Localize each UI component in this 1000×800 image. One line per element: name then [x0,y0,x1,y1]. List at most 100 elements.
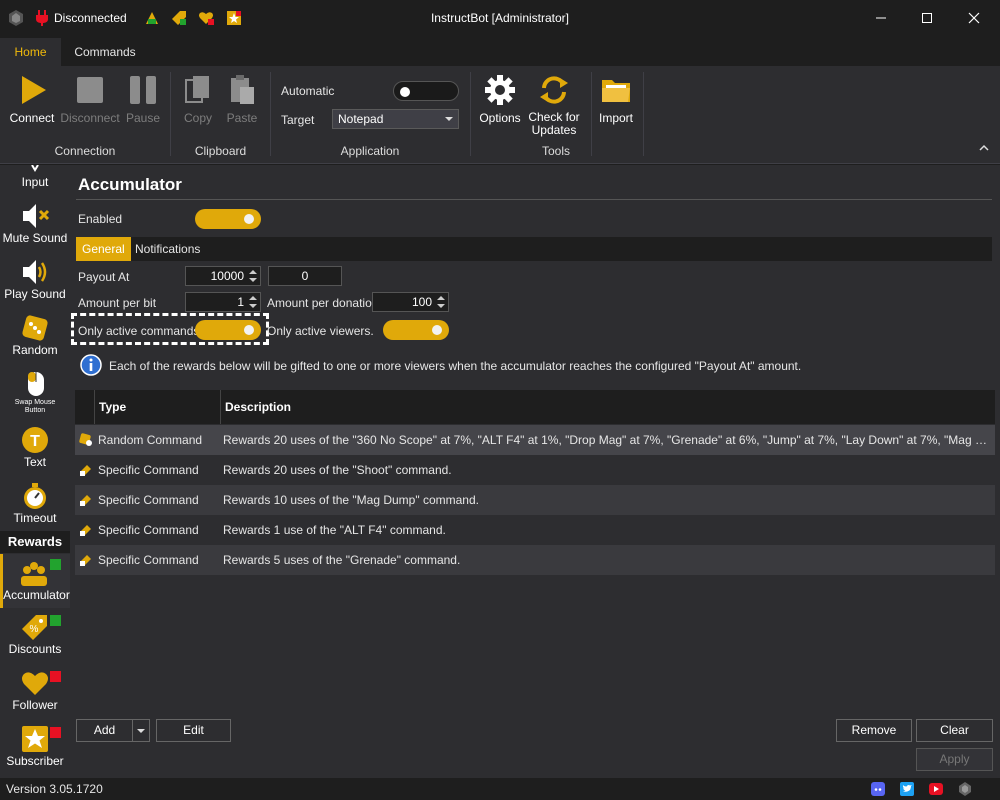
row-type: Specific Command [98,493,199,507]
row-description: Rewards 1 use of the "ALT F4" command. [223,523,446,537]
status-indicator-red [50,671,61,682]
sidebar-item-text[interactable]: T Text [0,425,70,477]
apply-button[interactable]: Apply [916,748,993,771]
disconnect-button[interactable]: Disconnect [58,74,122,125]
toggle-knob [400,87,410,97]
minimize-icon [876,17,886,19]
ribbon: Connect Disconnect Pause Connection Copy… [0,66,1000,164]
app-logo-icon[interactable] [7,9,25,27]
dice-icon [22,315,48,341]
follower-shortcut-icon[interactable] [198,10,214,26]
tab-commands[interactable]: Commands [63,38,147,66]
tag-icon: % [22,615,47,640]
ribbon-separator [643,72,644,156]
target-select[interactable]: Notepad [332,109,459,129]
amount-per-bit-label: Amount per bit [78,296,157,310]
subtab-notifications[interactable]: Notifications [129,237,206,261]
toggle-knob [432,325,442,335]
enabled-toggle[interactable] [195,209,261,229]
sidebar-item-swap-mouse-button[interactable]: Swap Mouse Button [0,369,70,421]
stopwatch-icon [24,483,46,509]
connection-group-label: Connection [54,144,116,158]
spin-down-icon[interactable] [437,304,445,308]
subtab-general[interactable]: General [76,237,131,261]
maximize-button[interactable] [904,4,950,32]
add-button[interactable]: Add [76,719,133,742]
add-dropdown-button[interactable] [132,719,150,742]
version-label: Version 3.05.1720 [6,782,103,796]
spin-up-icon[interactable] [249,296,257,300]
discount-shortcut-icon[interactable] [171,10,187,26]
automatic-toggle[interactable] [393,81,459,101]
check-updates-button[interactable]: Check for Updates [526,74,582,137]
sidebar-item-play-sound[interactable]: Play Sound [0,257,70,309]
connect-button[interactable]: Connect [6,74,58,125]
only-active-viewers-toggle[interactable] [383,320,449,340]
sidebar-item-random[interactable]: Random [0,313,70,365]
import-button[interactable]: Import [595,74,637,125]
only-active-commands-label: Only active commands. [78,324,203,338]
amount-per-bit-input[interactable]: 1 [185,292,261,312]
amount-per-donation-input[interactable]: 100 [372,292,449,312]
minimize-button[interactable] [858,4,904,32]
row-description: Rewards 10 uses of the "Mag Dump" comman… [223,493,479,507]
ribbon-separator [470,72,471,156]
youtube-icon[interactable] [929,782,943,796]
row-description: Rewards 20 uses of the "360 No Scope" at… [223,433,995,447]
spin-down-icon[interactable] [249,304,257,308]
tab-home[interactable]: Home [0,38,61,66]
payout-at-input[interactable]: 10000 [185,266,261,286]
clear-button[interactable]: Clear [916,719,993,742]
table-row[interactable]: Random Command Rewards 20 uses of the "3… [75,425,995,455]
row-type: Specific Command [98,553,199,567]
row-type: Random Command [98,433,203,447]
table-row[interactable]: Specific Command Rewards 1 use of the "A… [75,515,995,545]
options-button[interactable]: Options [477,74,523,125]
column-header-type[interactable]: Type [94,390,220,424]
sidebar-item-timeout[interactable]: Timeout [0,481,70,533]
copy-icon [185,76,209,103]
sidebar-item-input[interactable]: Input [0,165,70,197]
only-active-viewers-label: Only active viewers. [267,324,374,338]
paste-button[interactable]: Paste [221,74,263,125]
column-header-description[interactable]: Description [220,390,995,424]
rewards-table: Type Description Random Command Rewards … [75,390,995,700]
plug-icon[interactable] [35,10,49,26]
remove-button[interactable]: Remove [836,719,912,742]
specific-command-icon [80,525,91,536]
info-text: Each of the rewards below will be gifted… [109,359,802,373]
row-description: Rewards 5 uses of the "Grenade" command. [223,553,461,567]
pause-button[interactable]: Pause [122,74,164,125]
status-indicator-green [50,559,61,570]
app-logo-icon[interactable] [958,782,972,796]
close-button[interactable] [951,4,997,32]
copy-button[interactable]: Copy [178,74,218,125]
table-header: Type Description [75,390,995,424]
table-row[interactable]: Specific Command Rewards 10 uses of the … [75,485,995,515]
gear-icon [485,75,515,105]
subscriber-shortcut-icon[interactable] [226,10,242,26]
ribbon-separator [170,72,171,156]
only-active-commands-toggle[interactable] [195,320,261,340]
table-row[interactable]: Specific Command Rewards 20 uses of the … [75,455,995,485]
row-type: Specific Command [98,463,199,477]
folder-icon [602,80,630,102]
payout-at-label: Payout At [78,270,130,284]
spin-up-icon[interactable] [437,296,445,300]
sidebar: Input Mute Sound Play Sound Random Swap … [0,165,70,778]
application-group-label: Application [340,144,400,158]
spin-down-icon[interactable] [249,278,257,282]
svg-text:%: % [30,624,39,635]
toggle-knob [244,214,254,224]
reward-shortcut-icon[interactable] [144,10,160,26]
table-row[interactable]: Specific Command Rewards 5 uses of the "… [75,545,995,575]
twitter-icon[interactable] [900,782,914,796]
row-type: Specific Command [98,523,199,537]
discord-icon[interactable] [871,782,885,796]
sidebar-item-mute-sound[interactable]: Mute Sound [0,201,70,253]
chevron-up-icon[interactable] [978,142,990,154]
spin-up-icon[interactable] [249,270,257,274]
target-label: Target [281,113,315,127]
edit-button[interactable]: Edit [156,719,231,742]
close-icon [968,12,980,24]
